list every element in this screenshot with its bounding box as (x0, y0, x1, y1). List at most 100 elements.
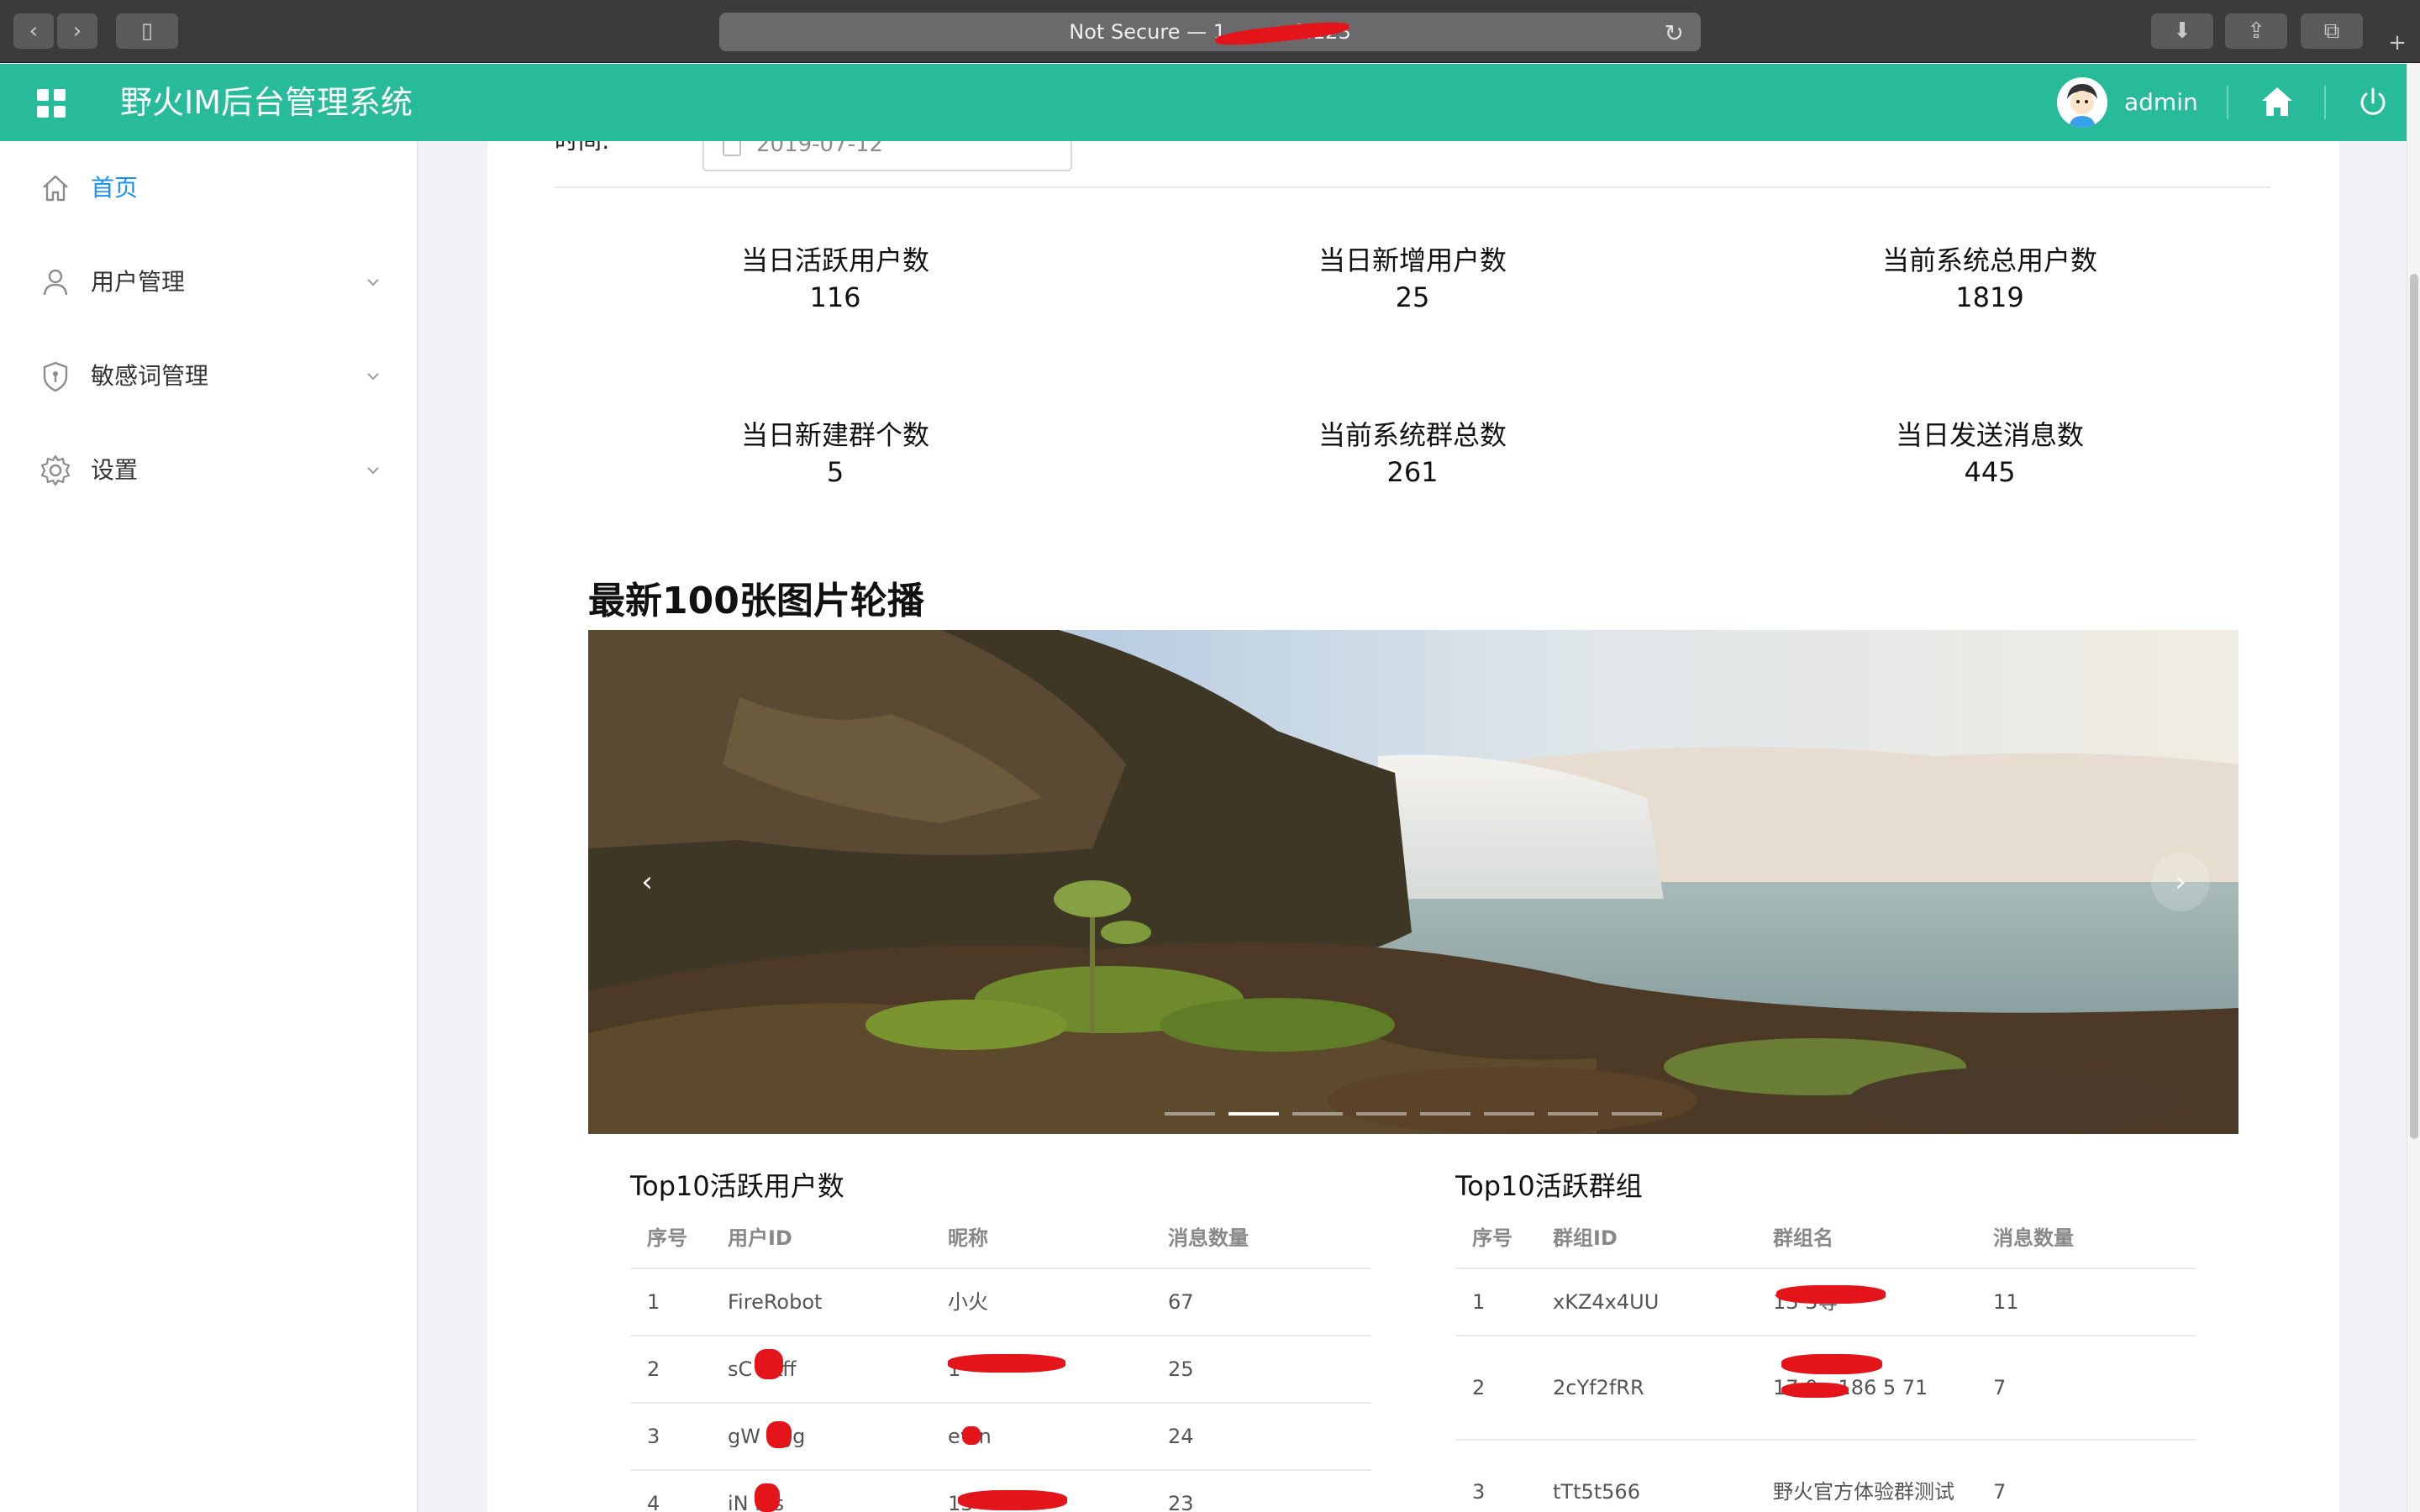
redaction-mark (755, 1483, 780, 1512)
scrollbar-thumb[interactable] (2410, 274, 2418, 1139)
sidebar-item-settings[interactable]: 设置 (0, 437, 417, 504)
sidebar-toggle-button[interactable]: ▯ (116, 13, 178, 49)
carousel-indicators (1165, 1112, 1662, 1116)
sidebar-item-home[interactable]: 首页 (0, 155, 417, 222)
new-tab-button[interactable]: + (2378, 25, 2417, 60)
stat-value: 5 (826, 456, 844, 488)
sidebar-item-label: 敏感词管理 (91, 362, 209, 390)
forward-button[interactable]: › (57, 13, 97, 49)
downloads-button[interactable]: ⬇ (2151, 13, 2213, 49)
stat-value: 116 (809, 281, 861, 313)
column-header: 序号 (630, 1205, 711, 1269)
table-cell: 7 (1976, 1336, 2196, 1441)
carousel-next-button[interactable]: › (2151, 853, 2210, 911)
redaction-mark (766, 1421, 792, 1448)
stat-value: 261 (1386, 456, 1439, 488)
column-header: 消息数量 (1976, 1205, 2196, 1269)
stat-title: 当日活跃用户数 (740, 244, 929, 276)
calendar-icon (723, 141, 741, 156)
redaction-mark (1781, 1383, 1849, 1398)
sidebar-item-sensitive-words[interactable]: 敏感词管理 (0, 343, 417, 410)
carousel-dot[interactable] (1420, 1112, 1470, 1116)
home-icon[interactable] (2259, 82, 2296, 123)
address-text: Not Secure — 1 (1069, 20, 1226, 44)
carousel-dot[interactable] (1484, 1112, 1534, 1116)
date-filter-row: 时间: 2019-07-12 (555, 141, 2270, 188)
dashboard-card: 时间: 2019-07-12 当日活跃用户数 116 当日新增用户数 25 当前… (487, 141, 2339, 1512)
chevron-down-icon (361, 365, 385, 388)
column-header: 群组名 (1756, 1205, 1976, 1269)
table-row[interactable]: 3 gW 6gg ev n 24 (630, 1403, 1371, 1471)
tabs-button[interactable]: ⧉ (2301, 13, 2363, 49)
carousel-dot[interactable] (1165, 1112, 1215, 1116)
stat-value: 1819 (1955, 281, 2024, 313)
chevron-down-icon (361, 270, 385, 294)
redaction-mark (948, 1354, 1065, 1373)
table-cell: 3 (630, 1403, 711, 1471)
stat-title: 当前系统总用户数 (1881, 244, 2097, 276)
share-button[interactable]: ⇪ (2225, 13, 2287, 49)
table-cell: 4 (630, 1470, 711, 1512)
carousel-dot[interactable] (1356, 1112, 1407, 1116)
table-cell: 2 (630, 1336, 711, 1404)
table-cell: 3 (1455, 1440, 1536, 1512)
table-cell: 1 (1455, 1268, 1536, 1336)
sidebar-item-users[interactable]: 用户管理 (0, 249, 417, 316)
table-header-row: 序号 用户ID 昵称 消息数量 (630, 1205, 1371, 1269)
app-header: 野火IM后台管理系统 admin (0, 64, 2407, 141)
redaction-mark (1776, 1285, 1886, 1304)
carousel-image (588, 630, 2238, 1134)
stat-daily-messages: 当日发送消息数 445 (1797, 417, 2183, 491)
redaction-mark (1214, 18, 1350, 49)
apps-grid-icon[interactable] (37, 89, 66, 118)
gear-icon (39, 454, 72, 487)
stat-daily-new-groups: 当日新建群个数 5 (642, 417, 1028, 491)
carousel-dot[interactable] (1292, 1112, 1343, 1116)
username[interactable]: admin (2124, 86, 2198, 119)
table-header-row: 序号 群组ID 群组名 消息数量 (1455, 1205, 2196, 1269)
home-icon (39, 171, 72, 205)
table-row[interactable]: 3 tTt5t566 野火官方体验群测试 7 (1455, 1440, 2196, 1512)
sidebar-item-label: 用户管理 (91, 268, 186, 296)
column-header: 序号 (1455, 1205, 1536, 1269)
date-label: 时间: (555, 141, 609, 158)
stat-value: 445 (1964, 456, 2016, 488)
reload-icon[interactable]: ↻ (1665, 19, 1684, 47)
stat-title: 当日发送消息数 (1895, 419, 2084, 451)
table-cell: 野火官方体验群测试 (1756, 1440, 1976, 1512)
carousel-dot[interactable] (1612, 1112, 1662, 1116)
carousel-dot[interactable] (1228, 1112, 1279, 1116)
sidebar-item-label: 首页 (91, 174, 139, 202)
sidebar-item-label: 设置 (91, 456, 139, 484)
table-cell: 23 (1151, 1470, 1371, 1512)
date-value: 2019-07-12 (756, 141, 884, 157)
table-cell: sC sKff (711, 1336, 931, 1404)
app-title: 野火IM后台管理系统 (120, 84, 413, 121)
table-row[interactable]: 1 FireRobot 小火 67 (630, 1268, 1371, 1336)
table-cell: 小火 (931, 1268, 1151, 1336)
address-bar[interactable]: Not Secure — 1 8.123 ↻ (719, 13, 1701, 51)
table-cell: 67 (1151, 1268, 1371, 1336)
carousel-dot[interactable] (1548, 1112, 1598, 1116)
top-users-title: Top10活跃用户数 (630, 1170, 844, 1202)
power-icon[interactable] (2354, 82, 2391, 123)
table-cell: 24 (1151, 1403, 1371, 1471)
redaction-mark (962, 1426, 981, 1445)
image-carousel[interactable]: ‹ › (588, 630, 2238, 1134)
table-cell: 7 (1976, 1440, 2196, 1512)
stat-daily-new-users: 当日新增用户数 25 (1219, 242, 1606, 316)
table-cell: 1 (630, 1268, 711, 1336)
date-picker[interactable]: 2019-07-12 (702, 141, 1072, 171)
table-cell: 2cYf2fRR (1536, 1336, 1756, 1441)
stat-total-groups: 当前系统群总数 261 (1219, 417, 1606, 491)
back-button[interactable]: ‹ (13, 13, 54, 49)
header-divider (2227, 86, 2228, 119)
carousel-prev-button[interactable]: ‹ (618, 853, 676, 911)
page-scrollbar[interactable] (2407, 64, 2420, 1512)
column-header: 消息数量 (1151, 1205, 1371, 1269)
table-cell: FireRobot (711, 1268, 931, 1336)
avatar[interactable] (2057, 77, 2107, 128)
top-groups-title: Top10活跃群组 (1455, 1170, 1643, 1202)
browser-toolbar: ‹ › ▯ Not Secure — 1 8.123 ↻ ⬇ ⇪ ⧉ + (0, 0, 2420, 63)
redaction-mark (755, 1349, 783, 1379)
